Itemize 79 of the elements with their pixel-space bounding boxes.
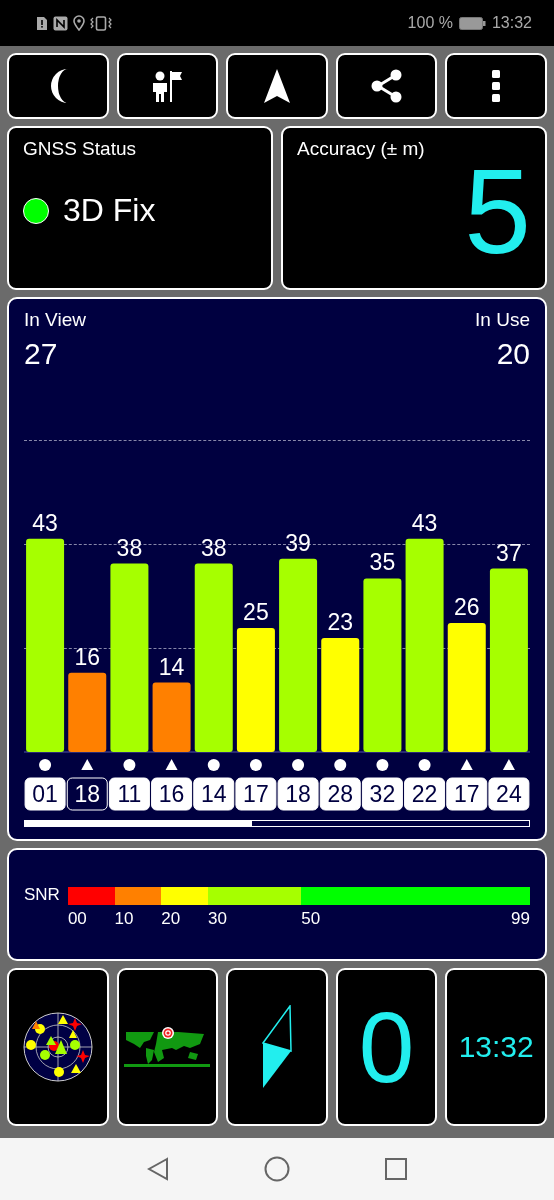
recents-icon[interactable] (384, 1158, 407, 1180)
navigation-arrow-icon (263, 68, 291, 104)
skyplot-tile[interactable] (7, 968, 109, 1126)
person-flag-button[interactable] (116, 53, 219, 119)
clock-value: 13:32 (458, 1030, 534, 1064)
snr-tick-label: 30 (207, 908, 227, 929)
snr-tick-label: 50 (301, 908, 321, 929)
more-options-icon (492, 70, 501, 102)
satellite-id[interactable]: 16 (151, 777, 193, 811)
snr-value: 37 (496, 539, 522, 566)
snr-tick-label: 10 (114, 908, 134, 929)
snr-value: 23 (327, 608, 354, 635)
sky-plot-drawing (22, 1012, 93, 1082)
more-menu-button[interactable] (445, 53, 547, 119)
snr-value: 14 (158, 653, 185, 680)
sim-alert-icon (36, 15, 48, 31)
vibrate-icon (90, 15, 112, 31)
snr-value: 16 (74, 643, 101, 670)
x-tick-label: 32 (369, 781, 396, 807)
snr-value: 25 (243, 599, 269, 626)
satellite-id[interactable]: 11 (108, 777, 150, 811)
in-view-label: In View (24, 309, 86, 331)
accuracy-value: 5 (464, 156, 531, 266)
snr-value: 26 (453, 594, 480, 621)
map-tile[interactable] (116, 968, 219, 1126)
in-view-count: 27 (24, 337, 58, 371)
x-tick-label: 22 (411, 781, 438, 807)
clock: 13:32 (491, 14, 532, 32)
compass-tile[interactable] (226, 968, 328, 1126)
battery-percent: 100 % (407, 14, 453, 32)
snr-tick-label: 20 (161, 908, 181, 929)
snr-tick-label: 00 (67, 908, 87, 929)
x-tick-label: 17 (453, 781, 480, 807)
snr-value: 38 (200, 534, 227, 561)
share-icon (370, 69, 403, 103)
satellite-id[interactable]: 14 (193, 777, 235, 811)
satellite-id[interactable]: 22 (404, 777, 446, 811)
x-tick-label: 17 (243, 781, 269, 807)
battery-icon (458, 16, 486, 30)
in-use-count: 20 (496, 337, 530, 371)
snr-value: 43 (411, 509, 438, 536)
share-button[interactable] (335, 53, 438, 119)
snr-tick-label: 99 (511, 908, 530, 929)
speed-tile[interactable]: 0 (335, 968, 438, 1126)
snr-value: 39 (285, 529, 311, 556)
night-mode-button[interactable] (7, 53, 109, 119)
satellite-id[interactable]: 01 (24, 777, 66, 811)
x-tick-label: 16 (158, 781, 185, 807)
x-tick-label: 18 (74, 781, 101, 807)
satellite-id[interactable]: 28 (319, 777, 361, 811)
person-with-flag-icon (150, 69, 185, 103)
x-tick-label: 28 (327, 781, 354, 807)
satellite-id[interactable]: 18 (66, 777, 108, 811)
gnss-status-title: GNSS Status (23, 138, 136, 160)
satellite-id[interactable]: 24 (488, 777, 530, 811)
snr-value: 43 (32, 509, 58, 536)
speed-value: 0 (358, 989, 415, 1105)
snr-value: 35 (369, 549, 396, 576)
x-tick-label: 24 (496, 781, 522, 807)
x-tick-label: 01 (32, 781, 58, 807)
fix-status: 3D Fix (63, 192, 156, 229)
compass-needle-icon (262, 1005, 292, 1089)
clock-tile[interactable]: 13:32 (445, 968, 547, 1126)
x-tick-label: 11 (117, 781, 142, 807)
navigation-button[interactable] (226, 53, 328, 119)
satellite-id[interactable]: 17 (235, 777, 277, 811)
snr-label: SNR (24, 884, 60, 905)
nfc-icon (53, 15, 68, 31)
accuracy-title: Accuracy (± m) (297, 138, 425, 160)
home-icon[interactable] (264, 1156, 290, 1182)
satellite-id[interactable]: 32 (361, 777, 403, 811)
x-tick-label: 14 (200, 781, 227, 807)
x-tick-label: 18 (285, 781, 311, 807)
in-use-label: In Use (475, 309, 530, 331)
location-icon (73, 15, 85, 31)
snr-value: 38 (116, 534, 143, 561)
back-icon[interactable] (147, 1157, 170, 1181)
satellite-id[interactable]: 18 (277, 777, 319, 811)
satellite-id[interactable]: 17 (446, 777, 488, 811)
